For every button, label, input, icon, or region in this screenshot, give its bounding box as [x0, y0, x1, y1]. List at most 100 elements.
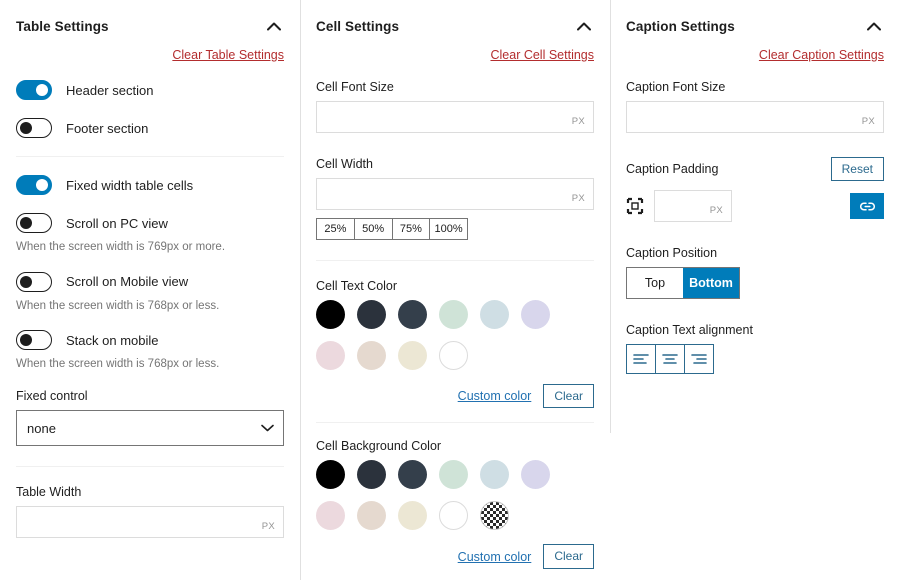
toggle-label: Footer section — [66, 120, 149, 136]
reset-padding-button[interactable]: Reset — [830, 157, 884, 182]
color-swatch-black[interactable] — [316, 460, 345, 490]
toggle-scroll-on-mobile-view[interactable]: Scroll on Mobile view — [16, 271, 284, 292]
color-swatch-rose[interactable] — [316, 341, 345, 370]
cell-width-input-wrap[interactable]: PX — [316, 178, 594, 210]
toggle-knob — [20, 217, 32, 229]
color-swatch-pale-blue[interactable] — [480, 300, 509, 329]
align-right-icon[interactable] — [685, 345, 713, 374]
color-swatch-tan[interactable] — [357, 341, 386, 370]
toggle-switch-off[interactable] — [16, 330, 52, 351]
clear-text-color-button[interactable]: Clear — [543, 384, 594, 409]
cell-settings-panel: Cell Settings Clear Cell Settings Cell F… — [300, 0, 610, 580]
clear-cell-settings-link[interactable]: Clear Cell Settings — [490, 48, 594, 62]
cell-width-input[interactable] — [317, 179, 593, 209]
toggle-footer-section[interactable]: Footer section — [16, 118, 284, 138]
unit-label: PX — [709, 205, 723, 217]
color-swatch-rose[interactable] — [316, 501, 345, 531]
cell-width-preset-25[interactable]: 25% — [317, 219, 355, 239]
custom-color-link[interactable]: Custom color — [458, 550, 532, 564]
cell-font-size-input-wrap[interactable]: PX — [316, 101, 594, 133]
caption-text-alignment-label: Caption Text alignment — [626, 323, 753, 338]
toggle-switch-on[interactable] — [16, 80, 52, 100]
cell-width-preset-75[interactable]: 75% — [392, 219, 431, 239]
color-swatch-white[interactable] — [439, 501, 468, 531]
cell-font-size-input[interactable] — [317, 102, 593, 132]
chevron-up-icon[interactable] — [264, 16, 284, 36]
color-swatch-cream[interactable] — [398, 501, 427, 531]
caption-font-size-input-wrap[interactable]: PX — [626, 101, 884, 133]
color-swatch-dark-slate[interactable] — [357, 300, 386, 329]
cell-settings-title: Cell Settings — [316, 18, 400, 34]
toggle-header-section[interactable]: Header section — [16, 80, 284, 100]
caption-padding-row: PX — [626, 190, 884, 223]
toggle-switch-off[interactable] — [16, 271, 52, 292]
clear-caption-settings-link[interactable]: Clear Caption Settings — [759, 48, 884, 62]
toggle-label: Scroll on PC view — [66, 215, 168, 231]
cell-width-label: Cell Width — [316, 157, 373, 171]
link-sides-icon[interactable] — [850, 193, 884, 220]
cell-text-color-actions: Custom color Clear — [316, 384, 594, 409]
toggle-switch-off[interactable] — [16, 118, 52, 138]
table-width-input[interactable] — [17, 507, 283, 538]
clear-table-settings-row: Clear Table Settings — [16, 48, 284, 62]
align-left-icon[interactable] — [627, 345, 656, 374]
toggle-scroll-on-pc-view[interactable]: Scroll on PC view — [16, 213, 284, 233]
toggle-stack-on-mobile[interactable]: Stack on mobile — [16, 330, 284, 351]
color-swatch-white[interactable] — [439, 341, 468, 370]
cell-width-preset-50[interactable]: 50% — [354, 219, 393, 239]
clear-table-settings-link[interactable]: Clear Table Settings — [172, 48, 284, 62]
unit-label: PX — [571, 193, 585, 204]
toggle-fixed-width-table-cells[interactable]: Fixed width table cells — [16, 175, 284, 195]
chevron-up-icon[interactable] — [574, 16, 594, 36]
table-settings-header[interactable]: Table Settings — [16, 14, 284, 38]
color-swatch-mint[interactable] — [439, 300, 468, 329]
color-swatch-transparent[interactable] — [480, 501, 509, 531]
color-swatch-lavender[interactable] — [521, 460, 550, 490]
divider — [16, 466, 284, 468]
caption-position-bottom[interactable]: Bottom — [683, 268, 739, 299]
caption-settings-header[interactable]: Caption Settings — [626, 14, 884, 38]
table-width-label: Table Width — [16, 485, 82, 500]
color-swatch-lavender[interactable] — [521, 300, 550, 329]
color-swatch-tan[interactable] — [357, 501, 386, 531]
table-settings-title: Table Settings — [16, 18, 109, 34]
chevron-up-icon[interactable] — [864, 16, 884, 36]
chevron-down-icon — [261, 424, 274, 432]
caption-padding-label: Caption Padding — [626, 162, 719, 177]
cell-font-size-label: Cell Font Size — [316, 80, 394, 94]
color-swatch-dark-slate[interactable] — [357, 460, 386, 490]
toggle-knob — [36, 179, 48, 191]
clear-background-color-button[interactable]: Clear — [543, 544, 594, 569]
caption-padding-input-wrap[interactable]: PX — [654, 190, 732, 223]
table-width-input-wrap[interactable]: PX — [16, 506, 284, 539]
color-swatch-mint[interactable] — [439, 460, 468, 490]
divider — [316, 260, 594, 261]
toggle-label: Header section — [66, 82, 154, 98]
toggle-knob — [20, 275, 32, 288]
caption-settings-title: Caption Settings — [626, 18, 735, 34]
caption-font-size-input[interactable] — [627, 102, 883, 132]
clear-caption-settings-row: Clear Caption Settings — [626, 48, 884, 62]
align-center-icon[interactable] — [656, 345, 685, 374]
custom-color-link[interactable]: Custom color — [458, 389, 532, 403]
all-sides-padding-icon[interactable] — [626, 197, 644, 215]
caption-padding-header: Caption Padding Reset — [626, 157, 884, 182]
toggle-switch-on[interactable] — [16, 175, 52, 195]
color-swatch-black[interactable] — [316, 300, 345, 329]
toggle-knob — [20, 122, 32, 134]
unit-label: PX — [261, 521, 275, 533]
clear-cell-settings-row: Clear Cell Settings — [316, 48, 594, 62]
color-swatch-pale-blue[interactable] — [480, 460, 509, 490]
table-block-settings-panel: Table Settings Clear Table Settings Head… — [0, 0, 900, 580]
caption-position-top[interactable]: Top — [627, 268, 683, 299]
cell-settings-header[interactable]: Cell Settings — [316, 14, 594, 38]
divider — [16, 156, 284, 157]
color-swatch-charcoal[interactable] — [398, 300, 427, 329]
fixed-control-select[interactable]: none — [16, 410, 284, 447]
caption-position-group: Top Bottom — [626, 267, 740, 300]
toggle-switch-off[interactable] — [16, 213, 52, 233]
color-swatch-charcoal[interactable] — [398, 460, 427, 490]
cell-width-preset-100[interactable]: 100% — [430, 219, 467, 239]
color-swatch-cream[interactable] — [398, 341, 427, 370]
help-text-scroll-mobile: When the screen width is 768px or less. — [16, 299, 220, 312]
